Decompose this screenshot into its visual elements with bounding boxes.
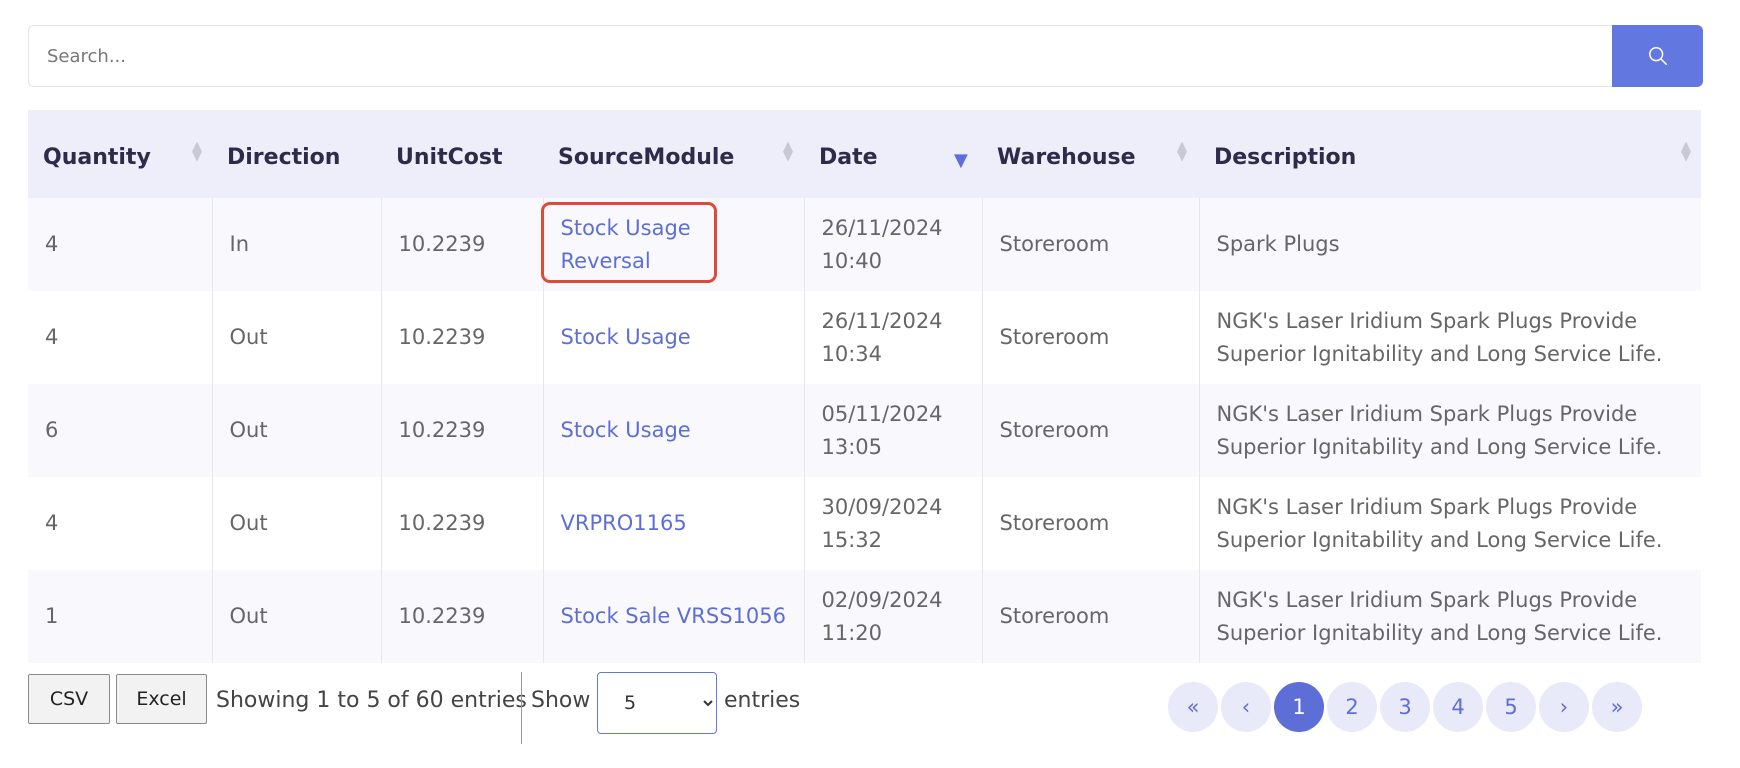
time-text: 10:40 [821,248,883,273]
cell-warehouse: Storeroom [982,291,1200,384]
page-button-2[interactable]: 2 [1327,682,1377,732]
next-page-button[interactable]: › [1539,682,1589,732]
page-button-1[interactable]: 1 [1274,682,1324,732]
column-label: Date [819,145,878,170]
source-module-link[interactable]: Stock Sale VRSS1056 [561,604,786,628]
cell-unit-cost: 10.2239 [381,570,544,663]
search-input[interactable] [28,25,1613,87]
cell-date: 02/09/2024 11:20 [804,570,983,663]
cell-unit-cost: 10.2239 [381,477,544,570]
table-row: 4 Out 10.2239 VRPRO1165 30/09/2024 15:32 … [28,477,1701,570]
footer-divider [521,672,522,744]
source-module-link[interactable]: Stock Usage [561,418,691,442]
column-label: Quantity [43,145,151,170]
cell-date: 30/09/2024 15:32 [804,477,983,570]
search-bar [28,25,1718,87]
table-header-row: Quantity ▲ ▼ Direction UnitCost SourceMod… [28,110,1701,198]
column-header-warehouse[interactable]: Warehouse ▲ ▼ [982,110,1199,198]
cell-source-module: VRPRO1165 [543,477,805,570]
column-header-quantity[interactable]: Quantity ▲ ▼ [28,110,212,198]
table-row: 1 Out 10.2239 Stock Sale VRSS1056 02/09/… [28,570,1701,663]
cell-unit-cost: 10.2239 [381,384,544,477]
page-button-5[interactable]: 5 [1486,682,1536,732]
stock-movement-table-wrapper: Quantity ▲ ▼ Direction UnitCost SourceMod… [28,110,1701,663]
cell-description: NGK's Laser Iridium Spark Plugs Provide … [1216,401,1663,459]
cell-warehouse: Storeroom [982,477,1200,570]
source-module-link[interactable]: Stock Usage [561,325,691,349]
date-text: 26/11/2024 [821,215,943,240]
cell-direction: Out [212,570,382,663]
column-label: SourceModule [558,145,735,170]
time-text: 15:32 [821,527,883,552]
sort-both-icon: ▲ ▼ [192,139,202,164]
table-row: 6 Out 10.2239 Stock Usage 05/11/2024 13:0… [28,384,1701,477]
time-text: 10:34 [821,341,883,366]
cell-warehouse: Storeroom [982,384,1200,477]
table-row: 4 In 10.2239 Stock Usage Reversal 26/11/… [28,198,1701,291]
cell-unit-cost: 10.2239 [381,198,544,291]
page-length-select[interactable]: 5 [597,672,717,734]
search-button[interactable] [1612,25,1703,87]
date-text: 26/11/2024 [821,308,943,333]
cell-source-module: Stock Usage [543,384,805,477]
cell-direction: Out [212,384,382,477]
column-label: UnitCost [396,145,503,170]
entries-label: entries [724,688,801,713]
page-button-3[interactable]: 3 [1380,682,1430,732]
first-page-button[interactable]: « [1168,682,1218,732]
cell-source-module: Stock Usage [543,291,805,384]
cell-description: NGK's Laser Iridium Spark Plugs Provide … [1216,308,1663,366]
sort-descending-icon: ▼ [954,150,968,171]
date-text: 30/09/2024 [821,494,943,519]
time-text: 13:05 [821,434,883,459]
entries-info: Showing 1 to 5 of 60 entries [216,688,527,713]
cell-warehouse: Storeroom [982,570,1200,663]
cell-unit-cost: 10.2239 [381,291,544,384]
column-label: Description [1214,145,1357,170]
cell-description: NGK's Laser Iridium Spark Plugs Provide … [1216,494,1663,552]
excel-export-button[interactable]: Excel [116,674,207,724]
sort-both-icon: ▲ ▼ [1177,139,1187,164]
source-module-link[interactable]: VRPRO1165 [561,511,687,535]
time-text: 11:20 [821,620,883,645]
column-label: Warehouse [997,145,1136,170]
cell-direction: In [212,198,382,291]
table-row: 4 Out 10.2239 Stock Usage 26/11/2024 10:3… [28,291,1701,384]
cell-source-module: Stock Usage Reversal [543,198,805,291]
cell-quantity: 4 [28,477,213,570]
column-header-description[interactable]: Description ▲ ▼ [1199,110,1701,198]
cell-direction: Out [212,291,382,384]
page-button-4[interactable]: 4 [1433,682,1483,732]
cell-direction: Out [212,477,382,570]
last-page-button[interactable]: » [1592,682,1642,732]
cell-date: 05/11/2024 13:05 [804,384,983,477]
stock-movement-table: Quantity ▲ ▼ Direction UnitCost SourceMod… [28,110,1701,663]
column-header-date[interactable]: Date ▼ [804,110,982,198]
source-module-link[interactable]: Stock Usage Reversal [561,212,711,278]
sort-both-icon: ▲ ▼ [783,139,793,164]
cell-source-module: Stock Sale VRSS1056 [543,570,805,663]
csv-export-button[interactable]: CSV [28,674,110,724]
cell-description: NGK's Laser Iridium Spark Plugs Provide … [1216,587,1663,645]
show-label: Show [531,688,591,713]
table-footer: CSV Excel Showing 1 to 5 of 60 entries S… [28,672,1701,744]
cell-date: 26/11/2024 10:34 [804,291,983,384]
cell-quantity: 1 [28,570,213,663]
search-icon [1648,47,1667,65]
cell-quantity: 4 [28,198,213,291]
cell-quantity: 4 [28,291,213,384]
date-text: 05/11/2024 [821,401,943,426]
previous-page-button[interactable]: ‹ [1221,682,1271,732]
sort-both-icon: ▲ ▼ [1681,139,1691,164]
date-text: 02/09/2024 [821,587,943,612]
column-label: Direction [227,145,341,170]
cell-warehouse: Storeroom [982,198,1200,291]
column-header-sourcemodule[interactable]: SourceModule ▲ ▼ [543,110,804,198]
cell-description: Spark Plugs [1216,232,1340,256]
column-header-unitcost[interactable]: UnitCost [381,110,543,198]
column-header-direction[interactable]: Direction [212,110,381,198]
cell-quantity: 6 [28,384,213,477]
cell-date: 26/11/2024 10:40 [804,198,983,291]
